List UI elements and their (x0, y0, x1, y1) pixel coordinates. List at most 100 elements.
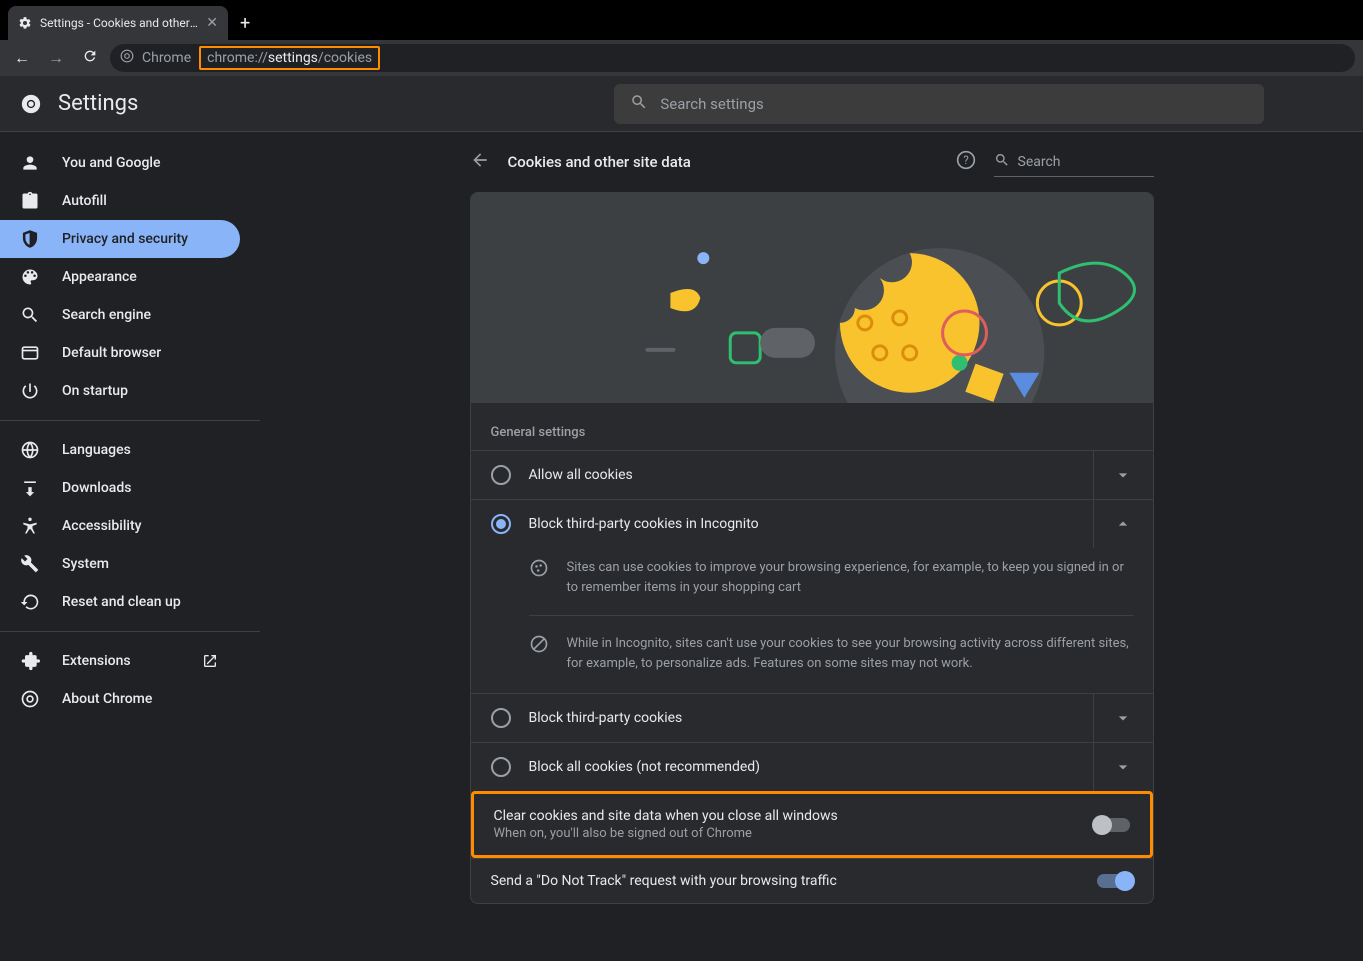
block-icon (529, 634, 549, 673)
browser-toolbar: ← → Chrome chrome://settings/cookies (0, 40, 1363, 76)
browser-icon (20, 343, 40, 363)
back-icon[interactable]: ← (8, 48, 36, 68)
info-row-cookies-improve: Sites can use cookies to improve your br… (471, 548, 1153, 607)
sidebar-item-label: On startup (62, 383, 128, 399)
chrome-logo-icon (20, 93, 42, 115)
page-back-icon[interactable] (470, 150, 490, 174)
info-text: Sites can use cookies to improve your br… (567, 558, 1133, 597)
info-text: While in Incognito, sites can't use your… (567, 634, 1133, 673)
sidebar-item-about-chrome[interactable]: About Chrome (0, 680, 240, 718)
clipboard-icon (20, 191, 40, 211)
search-icon (994, 152, 1010, 172)
toggle-do-not-track[interactable]: Send a "Do Not Track" request with your … (471, 858, 1153, 903)
sidebar-item-label: You and Google (62, 155, 160, 171)
chevron-down-icon[interactable] (1093, 451, 1153, 499)
sidebar-item-label: Privacy and security (62, 231, 188, 247)
tab-title: Settings - Cookies and other site (40, 16, 198, 30)
radio-label: Block third-party cookies in Incognito (529, 516, 1075, 532)
cookie-icon (529, 558, 549, 597)
info-separator (529, 615, 1133, 616)
browser-tab[interactable]: Settings - Cookies and other site ✕ (8, 6, 228, 40)
sidebar-item-downloads[interactable]: Downloads (0, 469, 240, 507)
sidebar-item-languages[interactable]: Languages (0, 431, 240, 469)
search-placeholder: Search settings (660, 95, 763, 113)
settings-content: Cookies and other site data ? Search (260, 132, 1363, 961)
radio-label: Block third-party cookies (529, 710, 1075, 726)
section-label: General settings (471, 403, 1153, 450)
sidebar-item-reset[interactable]: Reset and clean up (0, 583, 240, 621)
highlighted-setting: Clear cookies and site data when you clo… (471, 791, 1153, 858)
search-icon (20, 305, 40, 325)
sidebar-item-label: Accessibility (62, 518, 141, 534)
sidebar-item-label: Extensions (62, 653, 131, 669)
page-search[interactable]: Search (994, 148, 1154, 177)
sidebar-separator (0, 420, 260, 421)
sidebar-item-label: Appearance (62, 269, 137, 285)
url-highlight: chrome://settings/cookies (199, 46, 380, 70)
sidebar-item-label: Downloads (62, 480, 131, 496)
radio-block-third-party-incognito[interactable]: Block third-party cookies in Incognito (471, 499, 1153, 548)
toggle-label: Clear cookies and site data when you clo… (494, 808, 1076, 824)
app-title: Settings (58, 91, 138, 116)
cookies-banner (471, 193, 1153, 403)
page-header: Cookies and other site data ? Search (470, 132, 1154, 192)
settings-search[interactable]: Search settings (614, 84, 1264, 124)
reload-icon[interactable] (76, 48, 104, 68)
sidebar-item-appearance[interactable]: Appearance (0, 258, 240, 296)
palette-icon (20, 267, 40, 287)
url-scheme-label: Chrome (142, 50, 191, 66)
radio-block-third-party[interactable]: Block third-party cookies (471, 693, 1153, 742)
wrench-icon (20, 554, 40, 574)
shield-icon (20, 229, 40, 249)
chevron-down-icon[interactable] (1093, 743, 1153, 791)
external-link-icon (200, 651, 220, 671)
accessibility-icon (20, 516, 40, 536)
restore-icon (20, 592, 40, 612)
address-bar[interactable]: Chrome chrome://settings/cookies (110, 44, 1355, 72)
svg-text:?: ? (963, 153, 969, 167)
radio-label: Block all cookies (not recommended) (529, 759, 1075, 775)
forward-icon[interactable]: → (42, 48, 70, 68)
toggle-clear-cookies-on-close[interactable]: Clear cookies and site data when you clo… (474, 794, 1150, 855)
toggle-switch[interactable] (1094, 818, 1130, 832)
radio-icon (491, 708, 511, 728)
browser-tab-strip: Settings - Cookies and other site ✕ + (0, 0, 1363, 40)
sidebar-separator (0, 631, 260, 632)
sidebar-item-label: Reset and clean up (62, 594, 181, 610)
power-icon (20, 381, 40, 401)
sidebar-item-autofill[interactable]: Autofill (0, 182, 240, 220)
sidebar-item-extensions[interactable]: Extensions (0, 642, 240, 680)
new-tab-button[interactable]: + (240, 13, 250, 34)
radio-icon (491, 514, 511, 534)
chrome-icon (120, 49, 134, 67)
chrome-icon (20, 689, 40, 709)
sidebar-item-label: System (62, 556, 109, 572)
close-icon[interactable]: ✕ (206, 15, 218, 31)
help-icon[interactable]: ? (956, 150, 976, 174)
chevron-down-icon[interactable] (1093, 694, 1153, 742)
toggle-label: Send a "Do Not Track" request with your … (491, 873, 1079, 889)
sidebar-item-privacy-security[interactable]: Privacy and security (0, 220, 240, 258)
radio-icon (491, 465, 511, 485)
settings-header: Settings Search settings (0, 76, 1363, 132)
sidebar-item-label: Default browser (62, 345, 161, 361)
chevron-up-icon[interactable] (1093, 500, 1153, 548)
info-row-incognito: While in Incognito, sites can't use your… (471, 624, 1153, 683)
search-icon (630, 93, 648, 115)
sidebar-item-accessibility[interactable]: Accessibility (0, 507, 240, 545)
search-placeholder: Search (1018, 154, 1061, 170)
sidebar-item-default-browser[interactable]: Default browser (0, 334, 240, 372)
sidebar-item-search-engine[interactable]: Search engine (0, 296, 240, 334)
toggle-sublabel: When on, you'll also be signed out of Ch… (494, 826, 1076, 841)
page-title: Cookies and other site data (508, 153, 938, 171)
radio-allow-all-cookies[interactable]: Allow all cookies (471, 450, 1153, 499)
sidebar-item-on-startup[interactable]: On startup (0, 372, 240, 410)
toggle-switch[interactable] (1097, 874, 1133, 888)
sidebar-item-system[interactable]: System (0, 545, 240, 583)
settings-card: General settings Allow all cookies Block… (470, 192, 1154, 904)
sidebar-item-label: Autofill (62, 193, 107, 209)
radio-block-all-cookies[interactable]: Block all cookies (not recommended) (471, 742, 1153, 791)
gear-icon (18, 16, 32, 30)
radio-label: Allow all cookies (529, 467, 1075, 483)
sidebar-item-you-and-google[interactable]: You and Google (0, 144, 240, 182)
